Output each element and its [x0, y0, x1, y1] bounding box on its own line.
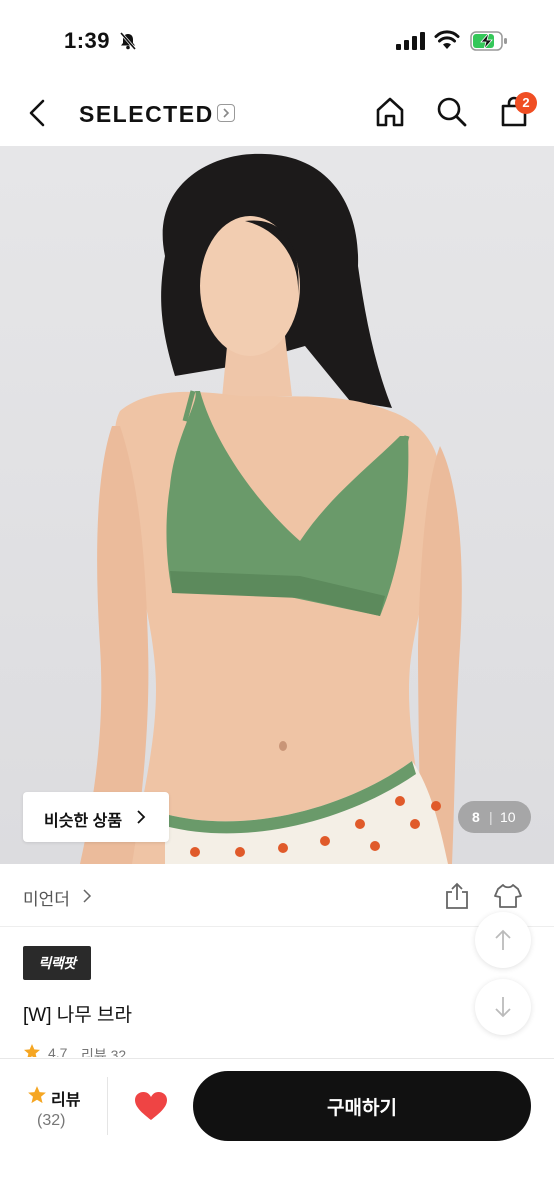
model-photo — [80, 153, 462, 864]
cellular-signal-icon — [396, 32, 425, 50]
wifi-icon — [434, 30, 460, 49]
arrow-down-icon — [495, 997, 511, 1018]
brand-row: 미언더 — [0, 864, 554, 927]
top-nav: SELECTED — [0, 80, 554, 146]
bottom-action-bar: 리뷰 (32) 구매하기 — [0, 1058, 554, 1201]
back-arrow-icon[interactable] — [26, 98, 50, 128]
image-current-index: 8 — [472, 809, 480, 825]
home-icon[interactable] — [374, 96, 406, 128]
rating-value: 4.7 — [48, 1045, 68, 1057]
rating-review-count: 리뷰 32 — [81, 1047, 127, 1057]
divider — [107, 1077, 108, 1135]
buy-button[interactable]: 구매하기 — [193, 1071, 531, 1141]
cart-count-badge: 2 — [515, 92, 537, 114]
review-button-label[interactable]: 리뷰 — [51, 1086, 80, 1110]
chevron-right-icon — [137, 810, 146, 824]
image-total-count: 10 — [500, 809, 516, 825]
arrow-up-icon — [495, 929, 511, 950]
battery-charging-icon — [470, 31, 507, 51]
scroll-down-button[interactable] — [475, 979, 531, 1035]
image-counter-separator: | — [489, 809, 493, 825]
scroll-up-button[interactable] — [475, 912, 531, 968]
search-icon[interactable] — [436, 96, 468, 128]
product-name: [W] 나무 브라 — [23, 1005, 132, 1026]
image-page-counter: 8 | 10 — [458, 801, 531, 833]
review-button-count[interactable]: (32) — [37, 1112, 65, 1130]
promo-tag-badge: 릭랙팟 — [23, 946, 91, 980]
share-icon[interactable] — [444, 882, 470, 910]
status-time: 1:39 — [64, 28, 111, 53]
shop-brand-title[interactable]: SELECTED — [79, 101, 214, 128]
similar-products-label: 비슷한 상품 — [44, 813, 123, 830]
star-icon — [24, 1044, 40, 1057]
heart-icon[interactable] — [134, 1091, 168, 1121]
chevron-right-icon — [83, 889, 92, 903]
similar-products-button[interactable]: 비슷한 상품 — [23, 792, 169, 842]
product-brand-link[interactable]: 미언더 — [23, 885, 70, 910]
star-icon — [28, 1086, 46, 1104]
outfit-hanger-icon[interactable] — [493, 882, 523, 910]
product-image[interactable] — [0, 146, 554, 864]
product-rating-row[interactable]: 4.7 리뷰 32 — [23, 1043, 223, 1057]
silent-bell-icon — [119, 32, 137, 50]
brand-link-arrow-icon[interactable] — [217, 104, 235, 122]
status-bar: 1:39 — [0, 0, 554, 80]
